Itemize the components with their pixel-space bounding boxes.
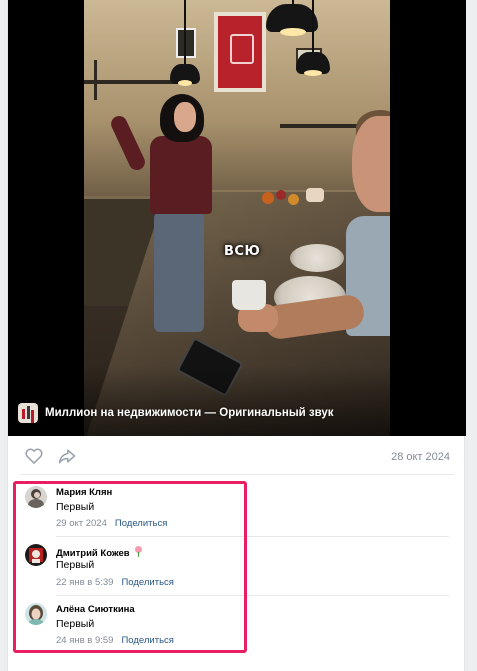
- share-arrow-icon[interactable]: [57, 446, 77, 466]
- video-player[interactable]: ВСЮ Миллион на недвижимости — Оригинальн…: [8, 0, 466, 436]
- share-comment-link[interactable]: Поделиться: [121, 577, 173, 588]
- share-comment-link[interactable]: Поделиться: [115, 518, 167, 529]
- comment-divider: [56, 595, 449, 596]
- avatar[interactable]: [25, 544, 47, 566]
- post-actions: 28 окт 2024: [8, 436, 466, 474]
- comment-text: Первый: [56, 559, 95, 571]
- comment-author[interactable]: Дмитрий Кожев: [56, 546, 143, 559]
- comment-meta: 24 янв в 9:59 Поделиться: [56, 635, 174, 646]
- comment-meta: 22 янв в 5:39 Поделиться: [56, 577, 174, 588]
- divider: [20, 474, 454, 475]
- audio-track[interactable]: Миллион на недвижимости — Оригинальный з…: [18, 403, 334, 423]
- avatar[interactable]: [25, 603, 47, 625]
- page: ВСЮ Миллион на недвижимости — Оригинальн…: [0, 0, 477, 671]
- comment-text: Первый: [56, 501, 95, 513]
- comment-divider: [56, 536, 449, 537]
- comment-date[interactable]: 22 янв в 5:39: [56, 577, 113, 588]
- avatar[interactable]: [25, 486, 47, 508]
- comment-author[interactable]: Алёна Сиюткина: [56, 604, 135, 615]
- comment-date[interactable]: 24 янв в 9:59: [56, 635, 113, 646]
- post-date: 28 окт 2024: [391, 451, 450, 463]
- video-caption-overlay: ВСЮ: [224, 244, 261, 259]
- flower-emoji-icon: [134, 546, 143, 557]
- comment-date[interactable]: 29 окт 2024: [56, 518, 107, 529]
- audio-track-label[interactable]: Миллион на недвижимости — Оригинальный з…: [45, 407, 334, 419]
- like-heart-icon[interactable]: [24, 446, 44, 466]
- comment-author[interactable]: Мария Клян: [56, 487, 112, 498]
- share-comment-link[interactable]: Поделиться: [121, 635, 173, 646]
- post-card: ВСЮ Миллион на недвижимости — Оригинальн…: [7, 0, 466, 671]
- audio-cover-icon: [18, 403, 38, 423]
- comment-meta: 29 окт 2024 Поделиться: [56, 518, 167, 529]
- comment-text: Первый: [56, 618, 95, 630]
